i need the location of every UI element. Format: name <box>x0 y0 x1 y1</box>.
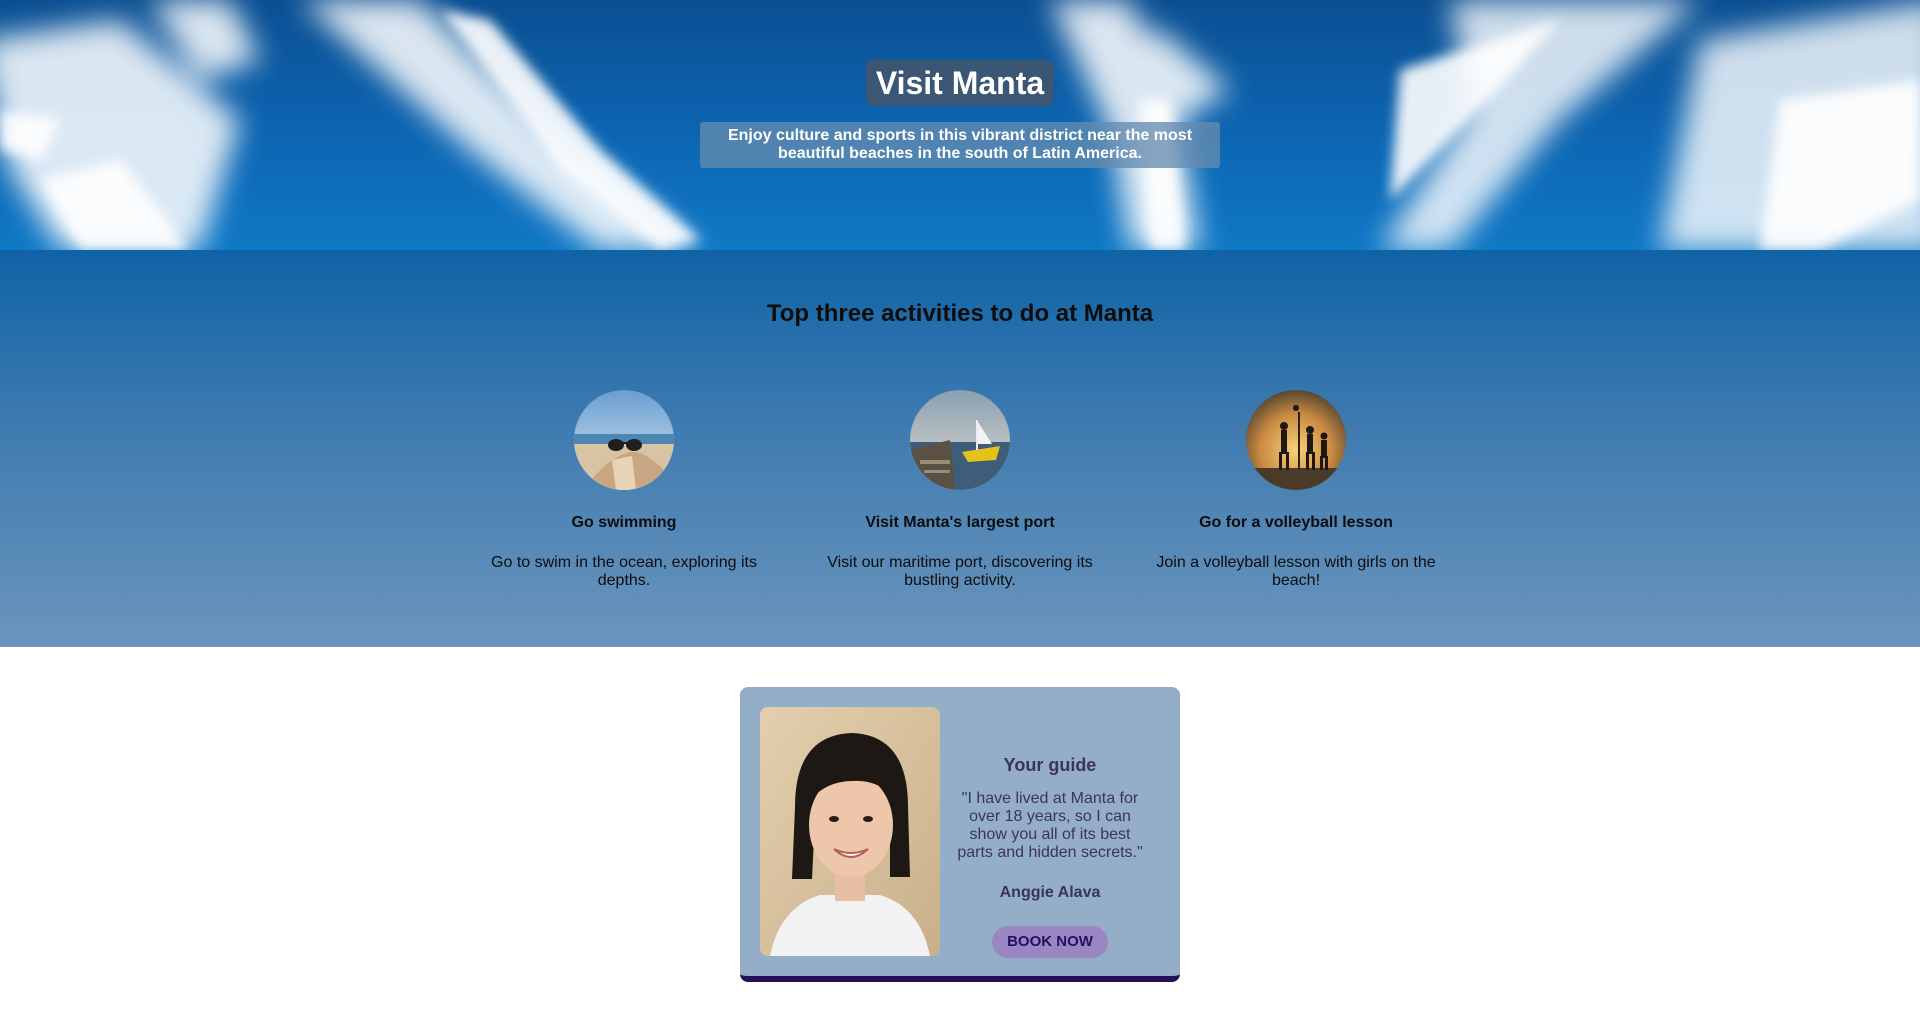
harbor-boat-photo <box>910 390 1010 490</box>
guide-name: Anggie Alava <box>999 884 1101 901</box>
activity-description: Visit our maritime port, discovering its… <box>827 554 1093 589</box>
page-title: Visit Manta <box>865 60 1055 106</box>
activities-section: Top three activities to do at Manta Go s… <box>0 250 1920 647</box>
book-now-button[interactable]: BOOK NOW <box>992 926 1108 958</box>
activity-title: Go for a volleyball lesson <box>1199 514 1393 531</box>
activity-card-swimming: Go swimming Go to swim in the ocean, exp… <box>479 390 769 590</box>
hero-subtitle: Enjoy culture and sports in this vibrant… <box>700 122 1220 168</box>
activity-title: Go swimming <box>571 514 677 531</box>
guide-portrait-photo <box>760 707 940 956</box>
guide-heading: Your guide <box>1003 755 1097 775</box>
activity-card-volleyball: Go for a volleyball lesson Join a volley… <box>1151 390 1441 590</box>
activity-description: Join a volleyball lesson with girls on t… <box>1156 554 1436 589</box>
beach-volleyball-sunset-photo <box>1246 390 1346 490</box>
activities-heading: Top three activities to do at Manta <box>766 300 1154 327</box>
hero-banner: Visit Manta Enjoy culture and sports in … <box>0 0 1920 250</box>
guide-info: Your guide "I have lived at Manta for ov… <box>950 687 1150 958</box>
activity-title: Visit Manta's largest port <box>865 514 1055 531</box>
guide-quote: "I have lived at Manta for over 18 years… <box>957 790 1143 861</box>
beach-sunglasses-photo <box>574 390 674 490</box>
activity-description: Go to swim in the ocean, exploring its d… <box>491 554 757 589</box>
guide-card: Your guide "I have lived at Manta for ov… <box>740 687 1180 982</box>
activity-card-port: Visit Manta's largest port Visit our mar… <box>815 390 1105 590</box>
